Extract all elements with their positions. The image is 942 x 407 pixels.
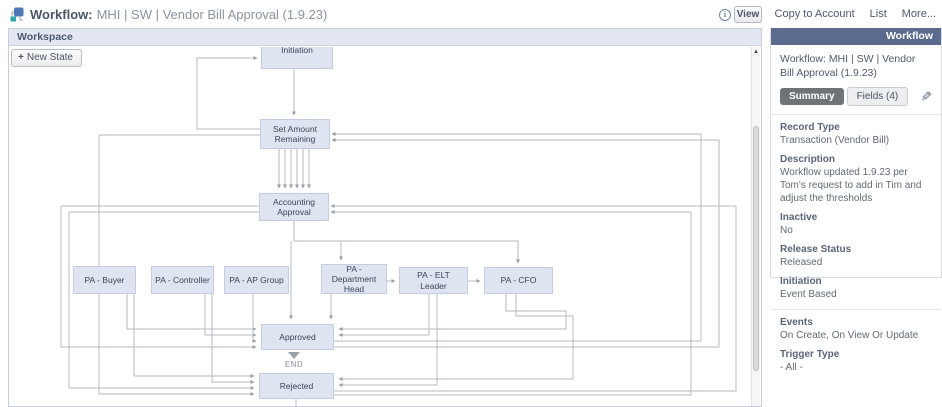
sidebar-body: Workflow: MHI | SW | Vendor Bill Approva…: [771, 45, 941, 381]
field-label: Record Type: [780, 122, 840, 134]
workflow-icon: [10, 7, 24, 22]
connector: [196, 56, 260, 130]
connector: [341, 240, 520, 264]
state-node-accounting-approval[interactable]: Accounting Approval: [259, 193, 329, 221]
connector: [293, 221, 343, 261]
state-node-pa-controller[interactable]: PA - Controller: [151, 266, 214, 294]
scrollbar-thumb[interactable]: [753, 126, 759, 371]
field-label: Initiation: [780, 276, 822, 288]
scroll-up-icon[interactable]: ▲: [752, 48, 760, 56]
connector: [98, 134, 260, 396]
workspace-panel: Workspace Initiation Set Amount Remainin…: [8, 28, 762, 407]
info-icon[interactable]: i: [719, 9, 731, 21]
connector: [330, 210, 692, 396]
state-node-pa-buyer[interactable]: PA - Buyer: [73, 266, 136, 294]
state-node-rejected[interactable]: Rejected: [259, 373, 334, 399]
plus-icon: +: [18, 52, 24, 63]
field-label: Description: [780, 154, 836, 166]
new-state-button[interactable]: + New State: [11, 49, 82, 67]
view-button[interactable]: View: [734, 6, 762, 23]
state-node-pa-department-head[interactable]: PA - Department Head: [321, 264, 387, 294]
page-title-text: MHI | SW | Vendor Bill Approval (1.9.23): [96, 7, 328, 22]
field-value: Event Based: [780, 289, 837, 301]
field-label: Trigger Type: [780, 349, 840, 361]
field-value: Released: [780, 257, 823, 269]
edit-pencil-icon[interactable]: ✎: [921, 89, 932, 105]
state-node-initiation[interactable]: Initiation: [261, 47, 333, 69]
field-value: - All -: [780, 362, 803, 374]
sidebar-workflow-title: Workflow: MHI | SW | Vendor Bill Approva…: [780, 53, 916, 80]
connector: [68, 211, 259, 390]
sidebar-header-tab[interactable]: Workflow: [771, 28, 941, 45]
connector: [252, 294, 257, 343]
link-more[interactable]: More...: [902, 8, 936, 20]
field-value: On Create, On View Or Update: [780, 330, 919, 342]
field-label: Inactive: [780, 212, 818, 224]
field-initiation: Initiation Event Based: [780, 276, 932, 301]
connector: [338, 294, 567, 331]
link-list[interactable]: List: [870, 8, 887, 20]
new-state-label: New State: [26, 52, 73, 63]
tab-summary[interactable]: Summary: [780, 88, 844, 106]
field-inactive: Inactive No: [780, 212, 932, 237]
field-value: No: [780, 225, 793, 237]
sidebar-header-notch: [889, 272, 901, 277]
workflow-sidebar: Workflow Workflow: MHI | SW | Vendor Bil…: [770, 28, 942, 373]
end-marker: END: [280, 352, 308, 369]
tab-fields[interactable]: Fields (4): [846, 87, 909, 107]
workflow-canvas[interactable]: Initiation Set Amount Remaining Accounti…: [9, 47, 751, 406]
sidebar-tabs: Summary Fields (4) ✎: [780, 87, 932, 107]
connector-lines: [60, 56, 737, 406]
page-title: Workflow: MHI | SW | Vendor Bill Approval…: [30, 7, 327, 22]
connector: [126, 294, 257, 331]
state-node-approved[interactable]: Approved: [261, 324, 334, 350]
connector: [330, 204, 737, 392]
field-description: Description Workflow updated 1.9.23 per …: [780, 154, 932, 205]
field-value: Transaction (Vendor Bill): [780, 135, 890, 147]
field-release-status: Release Status Released: [780, 244, 932, 269]
field-label: Release Status: [780, 244, 852, 256]
connector: [211, 294, 255, 384]
connector: [338, 294, 438, 387]
page-header: Workflow: MHI | SW | Vendor Bill Approval…: [0, 0, 942, 28]
divider: [771, 114, 941, 116]
field-label: Events: [780, 317, 813, 329]
state-node-pa-elt-leader[interactable]: PA - ELT Leader: [399, 267, 468, 294]
end-triangle-icon: [288, 352, 300, 359]
state-node-pa-cfo[interactable]: PA - CFO: [484, 267, 553, 294]
field-trigger-type: Trigger Type - All -: [780, 349, 932, 374]
state-node-set-amount-remaining[interactable]: Set Amount Remaining: [260, 119, 330, 149]
field-events: Events On Create, On View Or Update: [780, 317, 932, 342]
page-title-prefix: Workflow:: [30, 7, 93, 22]
field-record-type: Record Type Transaction (Vendor Bill): [780, 122, 932, 147]
workspace-header: Workspace: [9, 29, 761, 46]
vertical-scrollbar[interactable]: ▲: [751, 47, 760, 406]
top-links: Copy to Account List More...: [775, 8, 936, 20]
field-value: Workflow updated 1.9.23 per Tom's reques…: [780, 167, 922, 205]
connector: [338, 294, 574, 381]
state-node-pa-ap-group[interactable]: PA - AP Group: [224, 266, 289, 294]
link-copy-to-account[interactable]: Copy to Account: [775, 8, 855, 20]
divider: [771, 309, 941, 311]
end-label: END: [284, 360, 304, 369]
